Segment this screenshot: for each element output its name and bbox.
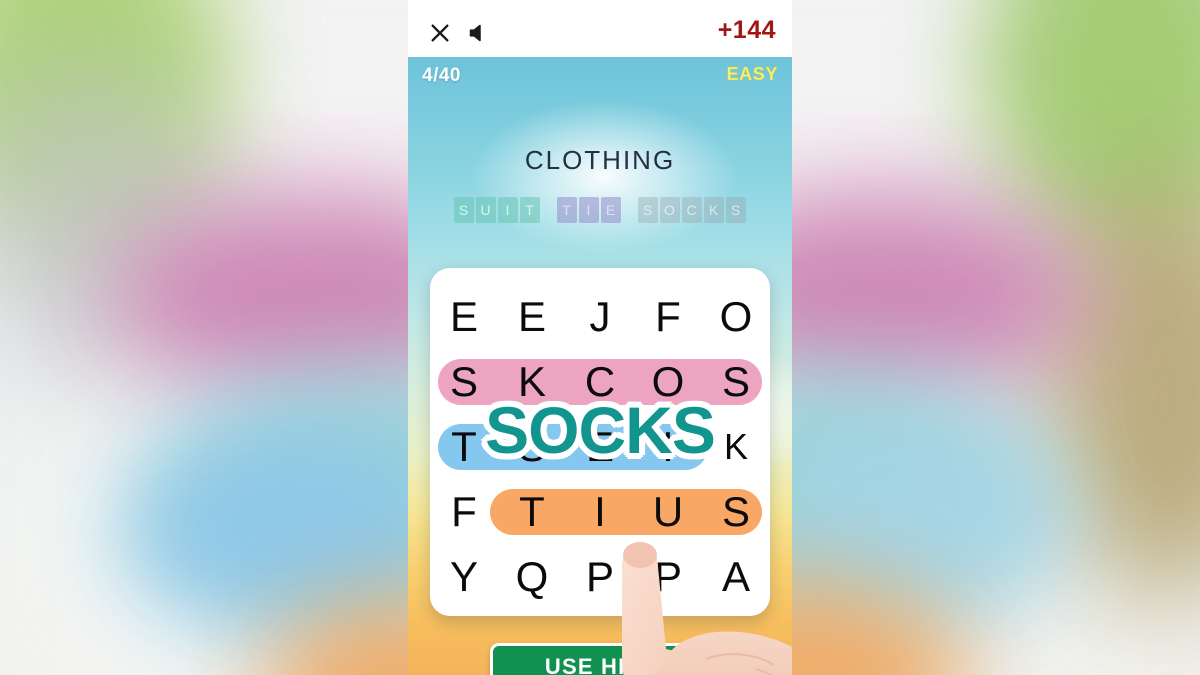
grid-cell[interactable]: U <box>634 491 702 533</box>
grid-cell[interactable]: E <box>498 296 566 338</box>
use-hint-button[interactable]: USE HINT <box>490 643 712 675</box>
grid-cell[interactable]: F <box>634 296 702 338</box>
word-tile: S <box>638 197 658 223</box>
grid-cell[interactable]: F <box>430 491 498 533</box>
grid-cell[interactable]: Y <box>430 556 498 598</box>
word-tile: T <box>557 197 577 223</box>
grid-cell[interactable]: P <box>634 556 702 598</box>
word-chip-tie[interactable]: T I E <box>557 197 621 223</box>
word-tile: T <box>520 197 540 223</box>
grid-cell[interactable]: T <box>498 491 566 533</box>
grid-row: E E J F O <box>430 286 770 348</box>
word-tile: E <box>601 197 621 223</box>
word-tile: O <box>660 197 680 223</box>
grid-cell[interactable]: A <box>702 556 770 598</box>
sound-muted-icon[interactable] <box>467 22 489 44</box>
grid-cell[interactable]: S <box>702 491 770 533</box>
word-tile: S <box>454 197 474 223</box>
grid-cell[interactable]: Q <box>498 556 566 598</box>
top-bar-icons <box>429 22 489 44</box>
top-bar: +144 <box>408 0 792 57</box>
grid-cell[interactable]: E <box>430 296 498 338</box>
grid-row: Y Q P P A <box>430 546 770 608</box>
level-counter: 4/40 <box>422 65 461 86</box>
hud: 4/40 EASY <box>408 57 792 91</box>
word-tile: I <box>579 197 599 223</box>
found-word-overlay: SOCKS <box>485 393 716 467</box>
word-tile: C <box>682 197 702 223</box>
word-tile: S <box>726 197 746 223</box>
game-area: 4/40 EASY CLOTHING S U I T T I E S O C K… <box>408 57 792 675</box>
letter-grid: E E J F O S K C O S T S E I K F T I U S … <box>430 268 770 616</box>
screenshot-root: +144 4/40 EASY CLOTHING S U I T T I E S … <box>0 0 1200 675</box>
grid-cell[interactable]: O <box>702 296 770 338</box>
grid-cell[interactable]: J <box>566 296 634 338</box>
word-chip-suit[interactable]: S U I T <box>454 197 540 223</box>
app-window: +144 4/40 EASY CLOTHING S U I T T I E S … <box>408 0 792 675</box>
word-list: S U I T T I E S O C K S <box>408 197 792 223</box>
word-tile: U <box>476 197 496 223</box>
word-chip-socks[interactable]: S O C K S <box>638 197 746 223</box>
grid-cell[interactable]: P <box>566 556 634 598</box>
grid-cell[interactable]: I <box>566 491 634 533</box>
letter-grid-card: E E J F O S K C O S T S E I K F T I U S … <box>430 268 770 616</box>
word-tile: I <box>498 197 518 223</box>
grid-row: F T I U S <box>430 481 770 543</box>
difficulty-badge: EASY <box>726 64 778 85</box>
close-icon[interactable] <box>429 22 451 44</box>
score-label: +144 <box>717 16 776 44</box>
word-tile: K <box>704 197 724 223</box>
page-title: CLOTHING <box>524 145 676 175</box>
